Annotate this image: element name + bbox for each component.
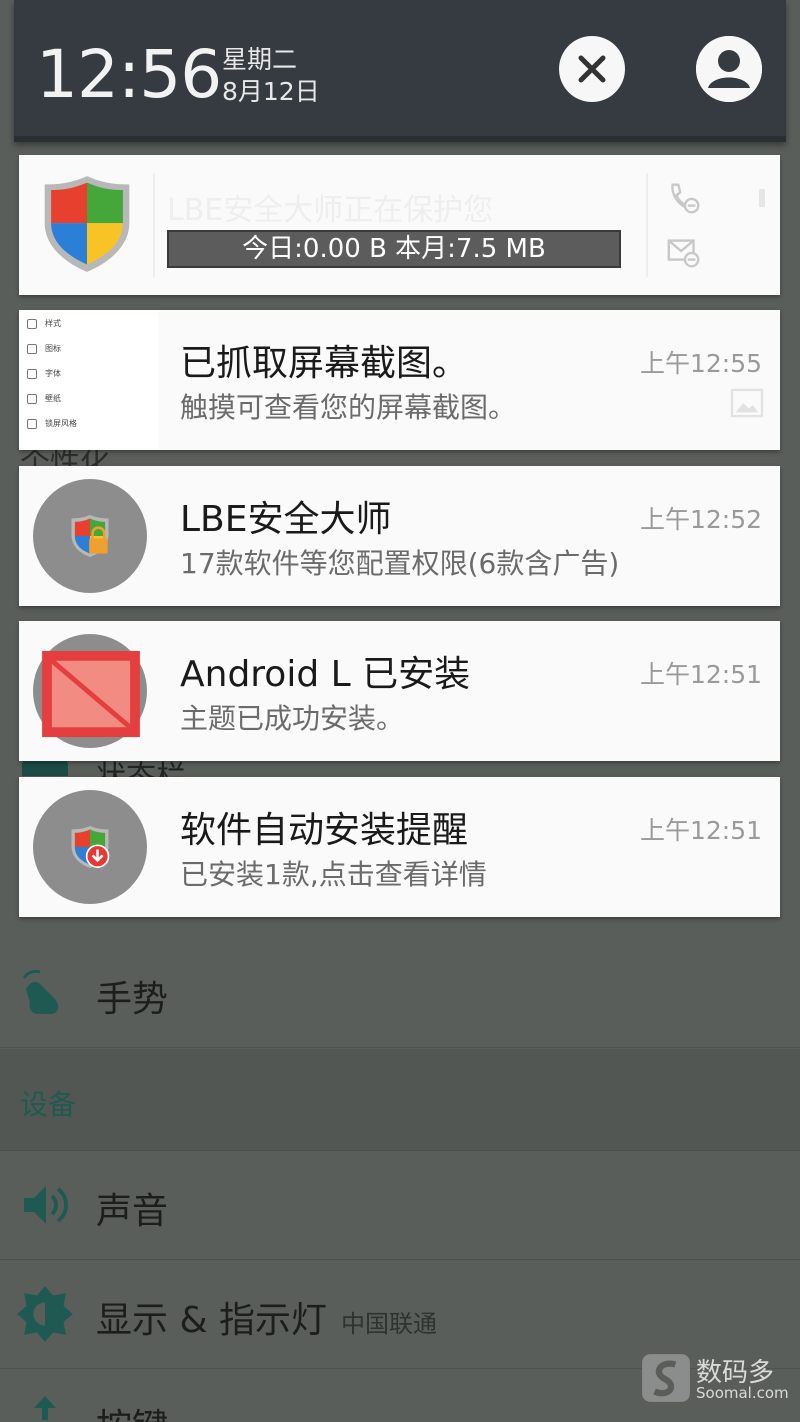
shield-lock-icon: [71, 515, 109, 557]
close-icon: [578, 55, 606, 83]
notification-title: 已抓取屏幕截图。: [180, 343, 469, 384]
notification-lbe-permissions[interactable]: LBE安全大师 17款软件等您配置权限(6款含广告) 上午12:52: [19, 466, 780, 606]
thumb-item: 图标: [27, 343, 61, 359]
watermark-logo-icon: [642, 1354, 690, 1402]
weekday: 星期二: [222, 45, 298, 74]
notification-time: 上午12:55: [639, 349, 762, 378]
notification-time: 上午12:51: [639, 660, 762, 689]
app-avatar: [33, 634, 147, 748]
notification-theme-installed[interactable]: Android L 已安装 主题已成功安装。 上午12:51: [19, 621, 780, 761]
traffic-stats: 今日:0.00 B 本月:7.5 MB: [167, 230, 621, 268]
notification-time: 上午12:52: [639, 505, 762, 534]
notification-lbe-protect[interactable]: LBE安全大师正在保护您 今日:0.00 B 本月:7.5 MB: [19, 155, 780, 295]
settings-item-keys-label: 按键: [96, 1398, 168, 1422]
shield-download-icon: [71, 826, 110, 868]
notification-header: 12:56 星期二 8月12日: [14, 0, 786, 142]
brightness-icon: [17, 1286, 73, 1342]
settings-item-gesture-label: 手势: [96, 979, 169, 1020]
watermark: 数码多 Soomal.com: [640, 1352, 790, 1412]
display-label-text: 显示 & 指示灯: [96, 1300, 327, 1341]
notification-title: 软件自动安装提醒: [180, 810, 469, 851]
thumb-item: 锁屏风格: [27, 418, 77, 434]
settings-item-sound[interactable]: 声音: [0, 1152, 800, 1260]
switch-indicator: [759, 189, 765, 207]
divider: [153, 173, 155, 277]
clear-all-button[interactable]: [559, 36, 625, 102]
date: 8月12日: [222, 77, 320, 106]
sms-block-icon[interactable]: [665, 233, 703, 271]
notification-text: 主题已成功安装。: [180, 702, 405, 735]
thumb-item: 壁纸: [27, 393, 61, 409]
notification-time: 上午12:51: [639, 816, 762, 845]
keys-icon: [34, 1396, 56, 1420]
user-button[interactable]: [696, 36, 762, 102]
section-device-label: 设备: [20, 1088, 77, 1121]
notification-text: 17款软件等您配置权限(6款含广告): [180, 547, 620, 580]
notification-text: 已安装1款,点击查看详情: [180, 858, 487, 891]
screenshot-thumbnail: 样式 图标 字体 壁纸 锁屏风格: [19, 310, 159, 450]
notification-screenshot[interactable]: 样式 图标 字体 壁纸 锁屏风格 已抓取屏幕截图。 触摸可查看您的屏幕截图。 上…: [19, 310, 780, 450]
settings-item-gesture[interactable]: 手势: [0, 940, 800, 1048]
call-block-icon[interactable]: [665, 179, 703, 217]
section-header-device: 设备: [0, 1049, 800, 1151]
settings-item-sound-label: 声音: [96, 1191, 169, 1232]
settings-item-display-label: 显示 & 指示灯 中国联通: [96, 1291, 437, 1343]
user-icon: [696, 36, 762, 102]
carrier-label: 中国联通: [340, 1310, 437, 1338]
divider: [646, 173, 648, 277]
watermark-site: Soomal.com: [696, 1384, 789, 1402]
notification-title: LBE安全大师: [180, 499, 392, 540]
speaker-icon: [24, 1186, 68, 1224]
shield-icon: [44, 176, 130, 272]
thumb-item: 样式: [27, 318, 61, 334]
clock: 12:56: [36, 36, 222, 113]
notification-title: Android L 已安装: [180, 654, 471, 695]
image-icon: [730, 388, 764, 418]
app-avatar: [33, 790, 147, 904]
app-avatar: [33, 479, 147, 593]
gesture-icon: [22, 969, 59, 1014]
notification-title: LBE安全大师正在保护您: [167, 193, 494, 228]
notification-text: 触摸可查看您的屏幕截图。: [180, 391, 517, 424]
thumb-item: 字体: [27, 368, 61, 384]
notification-auto-install[interactable]: 软件自动安装提醒 已安装1款,点击查看详情 上午12:51: [19, 777, 780, 917]
theme-icon: [42, 651, 140, 738]
